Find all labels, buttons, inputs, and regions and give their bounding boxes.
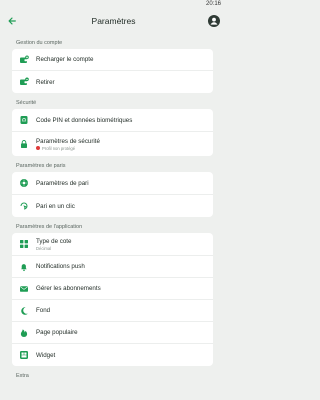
menu-item-label: Recharger le compte (36, 56, 94, 63)
mail-icon (18, 283, 30, 295)
menu-item-label: Fond (36, 307, 51, 314)
menu-item-label: Paramètres de pari (36, 179, 89, 187)
coupon-settings-icon (18, 177, 30, 189)
menu-item-subscriptions[interactable]: Gérer les abonnements (12, 278, 213, 300)
section-title-security: Sécurité (16, 100, 37, 106)
warning-dot-icon (36, 146, 40, 150)
menu-item-label: Pari en un clic (36, 202, 75, 210)
menu-item-label: Widget (36, 351, 56, 359)
section-title-account: Gestion du compte (16, 40, 63, 46)
page-title: Paramètres (91, 16, 136, 26)
bets-card: Paramètres de pari Pari en un clic (12, 172, 213, 217)
odds-type-value: Décimal (36, 245, 52, 251)
one-click-icon (18, 200, 30, 212)
menu-item-label: Page populaire (36, 329, 78, 336)
menu-item-security-settings[interactable]: Paramètres de sécurité Profil non protég… (12, 132, 213, 156)
settings-list: Gestion du compte Recharger le compte Re… (0, 33, 225, 382)
back-arrow-icon[interactable] (5, 14, 19, 28)
fingerprint-icon (18, 114, 30, 126)
menu-item-background[interactable]: Fond (12, 300, 213, 322)
status-time: 20:16 (205, 1, 221, 7)
wallet-plus-icon (18, 54, 30, 66)
menu-item-label: Code PIN et données biométriques (36, 116, 133, 124)
bell-icon (18, 261, 30, 273)
menu-item-odds-type[interactable]: Type de cote Décimal (12, 233, 213, 256)
menu-item-bet-settings[interactable]: Paramètres de pari (12, 172, 213, 195)
section-title-bets: Paramètres de paris (16, 163, 66, 169)
warning-text: Profil non protégé (42, 145, 76, 151)
wallet-minus-icon (18, 76, 30, 88)
security-warning: Profil non protégé (36, 146, 100, 151)
menu-item-label: Retirer (36, 78, 55, 86)
section-title-app: Paramètres de l'application (16, 224, 83, 230)
app-card: Type de cote Décimal Notifications push … (12, 233, 213, 366)
menu-item-widget[interactable]: Widget (12, 344, 213, 366)
profile-icon[interactable] (208, 15, 220, 27)
menu-item-push-notifications[interactable]: Notifications push (12, 256, 213, 278)
section-title-extra: Extra (16, 373, 29, 379)
menu-item-withdraw[interactable]: Retirer (12, 71, 213, 93)
menu-item-popular-page[interactable]: Page populaire (12, 322, 213, 344)
account-card: Recharger le compte Retirer (12, 49, 213, 93)
lock-icon (18, 138, 30, 150)
menu-item-label: Paramètres de sécurité (36, 137, 100, 145)
status-bar: 20:16 (0, 0, 225, 9)
moon-icon (18, 305, 30, 317)
widget-icon (18, 349, 30, 361)
menu-item-one-click-bet[interactable]: Pari en un clic (12, 195, 213, 217)
security-card: Code PIN et données biométriques Paramèt… (12, 109, 213, 156)
menu-item-recharge[interactable]: Recharger le compte (12, 49, 213, 71)
flame-icon (18, 327, 30, 339)
app-bar: Paramètres (0, 9, 225, 33)
menu-item-pin-biometrics[interactable]: Code PIN et données biométriques (12, 109, 213, 132)
menu-item-label: Type de cote (36, 237, 72, 245)
menu-item-label: Notifications push (36, 263, 85, 270)
menu-item-label: Gérer les abonnements (36, 285, 101, 292)
grid-icon (18, 238, 30, 250)
